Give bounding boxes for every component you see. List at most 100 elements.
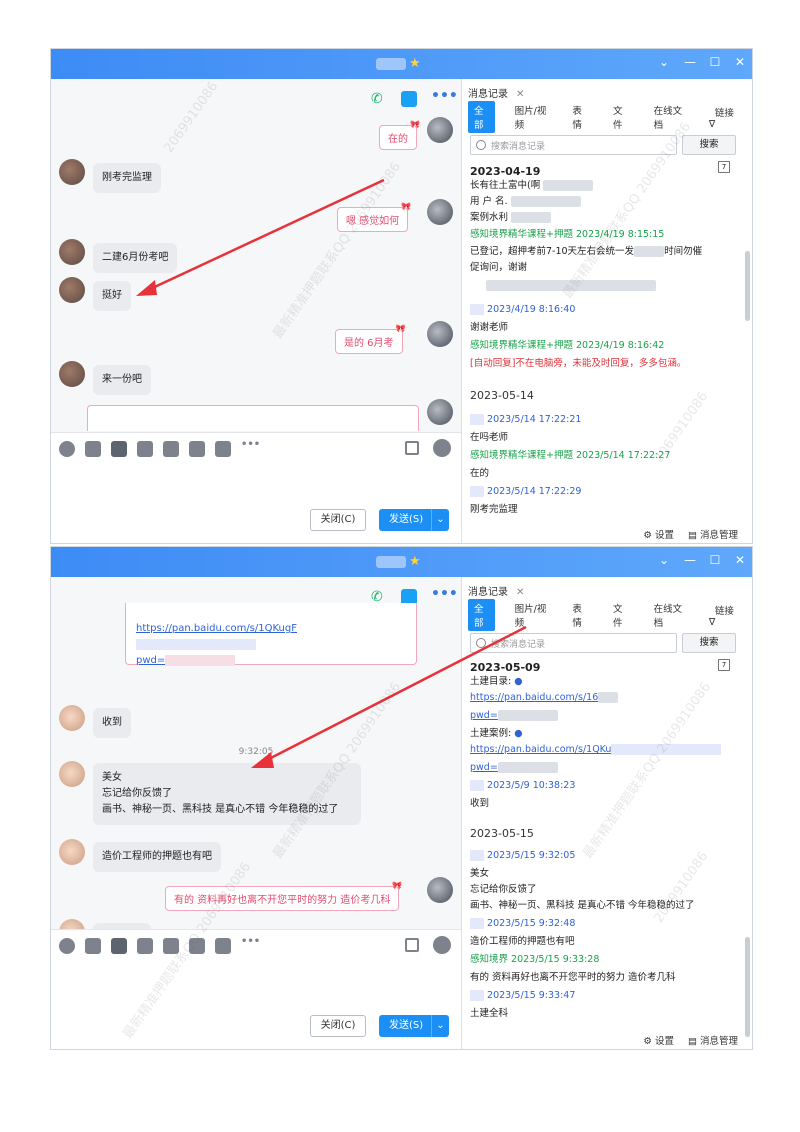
category-all[interactable]: 全部 — [468, 599, 495, 631]
chevron-down-icon[interactable]: ⌄ — [655, 55, 673, 69]
image-icon[interactable] — [189, 441, 205, 457]
tab-history[interactable]: 消息记录 ✕ — [468, 85, 524, 100]
more-icon[interactable]: ••• — [241, 937, 260, 954]
avatar[interactable] — [427, 199, 453, 225]
history-records: 2023-05-09 土建目录: ● https://pan.baidu.com… — [470, 659, 738, 1027]
close-icon[interactable]: ✕ — [516, 89, 524, 100]
close-button[interactable]: 关闭(C) — [310, 509, 366, 531]
send-button[interactable]: 发送(S) ⌄ — [379, 1015, 449, 1037]
scrollbar[interactable] — [745, 937, 750, 1037]
link-card: https://pan.baidu.com/s/1QKugF pwd= — [125, 603, 417, 666]
expand-icon[interactable] — [405, 441, 419, 455]
more-icon[interactable]: ••• — [431, 89, 458, 107]
folder-icon[interactable] — [137, 441, 153, 457]
avatar[interactable] — [427, 399, 453, 425]
category-file[interactable]: 文件 — [607, 101, 634, 133]
emoji-icon[interactable] — [59, 938, 75, 954]
category-media[interactable]: 图片/视频 — [509, 101, 553, 133]
avatar[interactable] — [427, 321, 453, 347]
message-bubble: 美女 忘记给你反馈了 画书、神秘一页、黑科技 是真心不错 今年稳稳的过了 — [93, 763, 361, 825]
message-bubble: 收到 — [93, 708, 131, 738]
record-sender: 2023/5/14 17:22:21 — [470, 413, 738, 427]
message-bubble: 二建6月份考吧 — [93, 243, 178, 273]
maximize-icon[interactable]: ☐ — [706, 55, 724, 69]
avatar[interactable] — [59, 361, 85, 387]
record-text: 长有往土富中(啊 — [470, 179, 738, 193]
history-footer: ⚙ 设置 ▤ 消息管理 — [643, 1033, 738, 1047]
record-date: 2023-05-15 — [470, 827, 534, 840]
avatar[interactable] — [59, 159, 85, 185]
music-icon[interactable] — [163, 938, 179, 954]
category-links[interactable]: 链接 ∇ — [703, 103, 746, 132]
more-icon[interactable]: ••• — [431, 587, 458, 605]
avatar[interactable] — [59, 761, 85, 787]
scissors-icon[interactable] — [111, 441, 127, 457]
maximize-icon[interactable]: ☐ — [706, 553, 724, 567]
pan-link[interactable]: https://pan.baidu.com/s/1QKugF — [136, 623, 297, 634]
category-media[interactable]: 图片/视频 — [509, 599, 553, 631]
chat-window-1: ★ ⌄ — ☐ ✕ ✆ ••• 在的 🎀 刚考完监理 嗯 感觉如何 🎀 二建6月份考… — [50, 48, 753, 544]
avatar[interactable] — [59, 239, 85, 265]
avatar[interactable] — [59, 277, 85, 303]
search-button[interactable]: 搜索 — [682, 633, 736, 653]
message-manage-button[interactable]: ▤ 消息管理 — [688, 1033, 738, 1047]
chat-toolbar: ✆ ••• — [371, 89, 458, 107]
expand-icon[interactable] — [405, 938, 419, 952]
folder-icon[interactable] — [137, 938, 153, 954]
history-categories: 全部 图片/视频 表情 文件 在线文档 链接 ∇ — [468, 599, 746, 631]
scissors-icon[interactable] — [111, 938, 127, 954]
history-clock-icon[interactable] — [433, 439, 451, 457]
category-emoji[interactable]: 表情 — [566, 599, 593, 631]
emoji-icon[interactable] — [59, 441, 75, 457]
gif-icon[interactable] — [85, 938, 101, 954]
category-docs[interactable]: 在线文档 — [648, 599, 689, 631]
scrollbar[interactable] — [745, 251, 750, 321]
message-bubble: 是的 6月考 🎀 — [335, 324, 406, 354]
input-area[interactable]: ••• 关闭(C) 发送(S) ⌄ — [51, 432, 461, 543]
record-date: 2023-05-09 — [470, 661, 541, 674]
send-button[interactable]: 发送(S) ⌄ — [379, 509, 449, 531]
input-area[interactable]: ••• 关闭(C) 发送(S) ⌄ — [51, 929, 461, 1049]
record-text: 土建目录: ● — [470, 676, 523, 687]
screen-record-icon[interactable] — [215, 441, 231, 457]
avatar[interactable] — [59, 839, 85, 865]
image-icon[interactable] — [189, 938, 205, 954]
chevron-down-icon[interactable]: ⌄ — [431, 1015, 449, 1037]
tab-history[interactable]: 消息记录 ✕ — [468, 583, 524, 598]
record-date: 2023-05-14 — [470, 389, 534, 402]
message-bubble: 造价工程师的押题也有吧 — [93, 842, 221, 872]
close-icon[interactable]: ✕ — [731, 55, 749, 69]
gif-icon[interactable] — [85, 441, 101, 457]
music-icon[interactable] — [163, 441, 179, 457]
more-icon[interactable]: ••• — [241, 440, 260, 457]
avatar[interactable] — [59, 705, 85, 731]
minimize-icon[interactable]: — — [681, 553, 699, 567]
phone-icon[interactable]: ✆ — [371, 91, 387, 107]
message-manage-button[interactable]: ▤ 消息管理 — [688, 527, 738, 541]
settings-button[interactable]: ⚙ 设置 — [643, 527, 674, 541]
category-all[interactable]: 全部 — [468, 101, 495, 133]
search-input[interactable]: 搜索消息记录 — [470, 633, 677, 653]
close-icon[interactable]: ✕ — [731, 553, 749, 567]
category-links[interactable]: 链接 ∇ — [703, 601, 746, 630]
settings-button[interactable]: ⚙ 设置 — [643, 1033, 674, 1047]
video-call-icon[interactable] — [401, 91, 417, 107]
screen-record-icon[interactable] — [215, 938, 231, 954]
history-categories: 全部 图片/视频 表情 文件 在线文档 链接 ∇ — [468, 101, 746, 133]
avatar[interactable] — [427, 877, 453, 903]
category-emoji[interactable]: 表情 — [566, 101, 593, 133]
chevron-down-icon[interactable]: ⌄ — [431, 509, 449, 531]
search-button[interactable]: 搜索 — [682, 135, 736, 155]
history-clock-icon[interactable] — [433, 936, 451, 954]
chevron-down-icon[interactable]: ⌄ — [655, 553, 673, 567]
avatar[interactable] — [427, 117, 453, 143]
star-icon: ★ — [409, 56, 421, 71]
category-file[interactable]: 文件 — [607, 599, 634, 631]
record-text: 促询问，谢谢 — [470, 262, 528, 273]
close-icon[interactable]: ✕ — [516, 587, 524, 598]
close-button[interactable]: 关闭(C) — [310, 1015, 366, 1037]
category-docs[interactable]: 在线文档 — [648, 101, 689, 133]
pan-pwd[interactable]: pwd= — [136, 655, 165, 666]
search-input[interactable]: 搜索消息记录 — [470, 135, 677, 155]
minimize-icon[interactable]: — — [681, 55, 699, 69]
